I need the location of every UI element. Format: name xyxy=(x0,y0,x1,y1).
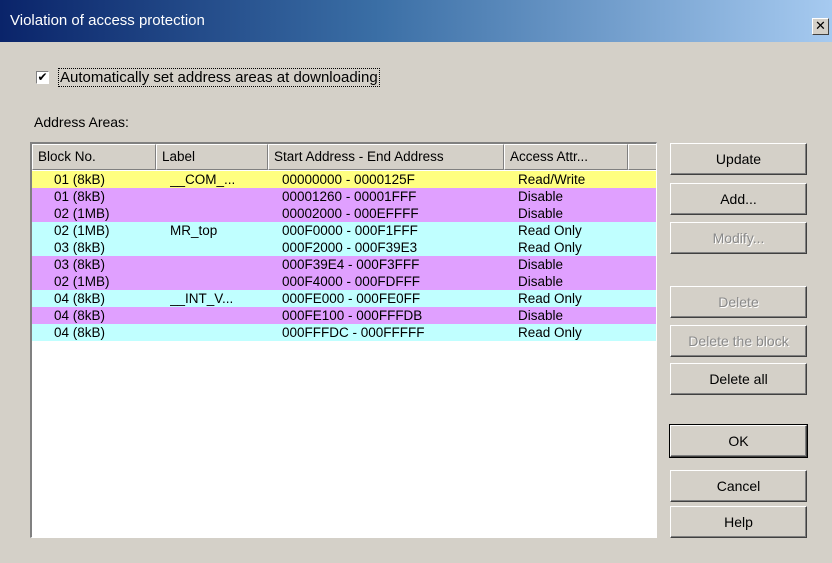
dialog-title: Violation of access protection xyxy=(10,12,205,29)
cell-block: 04 (8kB) xyxy=(54,308,106,323)
cell-block: 01 (8kB) xyxy=(54,172,106,187)
column-header-block[interactable]: Block No. xyxy=(32,144,156,170)
cell-attr: Disable xyxy=(518,206,564,221)
cell-range: 00002000 - 000EFFFF xyxy=(282,206,419,221)
cell-attr: Disable xyxy=(518,274,564,289)
table-row[interactable]: 02 (1MB) 00002000 - 000EFFFF Disable xyxy=(32,205,656,222)
list-header: Block No. Label Start Address - End Addr… xyxy=(32,144,656,170)
cell-range: 00001260 - 00001FFF xyxy=(282,189,417,204)
title-bar: Violation of access protection ✕ xyxy=(0,0,832,42)
delete-button[interactable]: Delete xyxy=(670,286,807,318)
table-row[interactable]: 04 (8kB) __INT_V... 000FE000 - 000FE0FF Rea… xyxy=(32,290,656,307)
column-header-label[interactable]: Label xyxy=(156,144,268,170)
table-row[interactable]: 01 (8kB) __COM_... 00000000 - 0000125F Read… xyxy=(32,171,656,188)
cell-range: 000F0000 - 000F1FFF xyxy=(282,223,418,238)
cell-attr: Read/Write xyxy=(518,172,586,187)
cell-block: 02 (1MB) xyxy=(54,223,110,238)
delete-block-button[interactable]: Delete the block xyxy=(670,325,807,357)
cell-block: 02 (1MB) xyxy=(54,274,110,289)
table-row[interactable]: 02 (1MB) 000F4000 - 000FDFFF Disable xyxy=(32,273,656,290)
cell-range: 000FE100 - 000FFFDB xyxy=(282,308,423,323)
auto-set-checkbox-row[interactable]: ✔ Automatically set address areas at dow… xyxy=(36,67,380,87)
modify-button[interactable]: Modify... xyxy=(670,222,807,254)
address-areas-label: Address Areas: xyxy=(34,114,129,130)
cell-label: __INT_V... xyxy=(170,291,234,306)
table-row[interactable]: 04 (8kB) 000FE100 - 000FFFDB Disable xyxy=(32,307,656,324)
cell-attr: Disable xyxy=(518,257,564,272)
dialog-window: Violation of access protection ✕ ✔ Autom… xyxy=(0,0,832,563)
column-header-address[interactable]: Start Address - End Address xyxy=(268,144,504,170)
cell-attr: Read Only xyxy=(518,325,582,340)
table-row[interactable]: 02 (1MB) MR_top 000F0000 - 000F1FFF Read On… xyxy=(32,222,656,239)
column-header-access[interactable]: Access Attr... xyxy=(504,144,628,170)
cell-range: 00000000 - 0000125F xyxy=(282,172,415,187)
checkmark-icon: ✔ xyxy=(37,69,48,84)
list-rows: 01 (8kB) __COM_... 00000000 - 0000125F Read… xyxy=(32,171,656,341)
cell-range: 000FE000 - 000FE0FF xyxy=(282,291,421,306)
update-button[interactable]: Update xyxy=(670,143,807,175)
cell-range: 000F4000 - 000FDFFF xyxy=(282,274,421,289)
cell-attr: Disable xyxy=(518,189,564,204)
table-row[interactable]: 01 (8kB) 00001260 - 00001FFF Disable xyxy=(32,188,656,205)
cell-range: 000FFFDC - 000FFFFF xyxy=(282,325,425,340)
table-row[interactable]: 03 (8kB) 000F2000 - 000F39E3 Read Only xyxy=(32,239,656,256)
cell-label: MR_top xyxy=(170,223,218,238)
close-button[interactable]: ✕ xyxy=(812,18,829,35)
auto-set-checkbox[interactable]: ✔ xyxy=(36,69,49,84)
close-icon: ✕ xyxy=(815,18,826,33)
column-header-filler xyxy=(628,144,656,170)
cell-attr: Read Only xyxy=(518,291,582,306)
cell-attr: Disable xyxy=(518,308,564,323)
cell-range: 000F39E4 - 000F3FFF xyxy=(282,257,420,272)
table-row[interactable]: 04 (8kB) 000FFFDC - 000FFFFF Read Only xyxy=(32,324,656,341)
cell-attr: Read Only xyxy=(518,240,582,255)
auto-set-label[interactable]: Automatically set address areas at downl… xyxy=(58,67,380,87)
help-button[interactable]: Help xyxy=(670,506,807,538)
cell-block: 03 (8kB) xyxy=(54,240,106,255)
delete-all-button[interactable]: Delete all xyxy=(670,363,807,395)
cell-block: 03 (8kB) xyxy=(54,257,106,272)
cell-block: 04 (8kB) xyxy=(54,291,106,306)
add-button[interactable]: Add... xyxy=(670,183,807,215)
cancel-button[interactable]: Cancel xyxy=(670,470,807,502)
cell-block: 04 (8kB) xyxy=(54,325,106,340)
ok-button[interactable]: OK xyxy=(669,424,808,458)
cell-range: 000F2000 - 000F39E3 xyxy=(282,240,418,255)
cell-attr: Read Only xyxy=(518,223,582,238)
cell-label: __COM_... xyxy=(170,172,236,187)
table-row[interactable]: 03 (8kB) 000F39E4 - 000F3FFF Disable xyxy=(32,256,656,273)
address-areas-list[interactable]: Block No. Label Start Address - End Addr… xyxy=(30,142,657,538)
cell-block: 01 (8kB) xyxy=(54,189,106,204)
cell-block: 02 (1MB) xyxy=(54,206,110,221)
